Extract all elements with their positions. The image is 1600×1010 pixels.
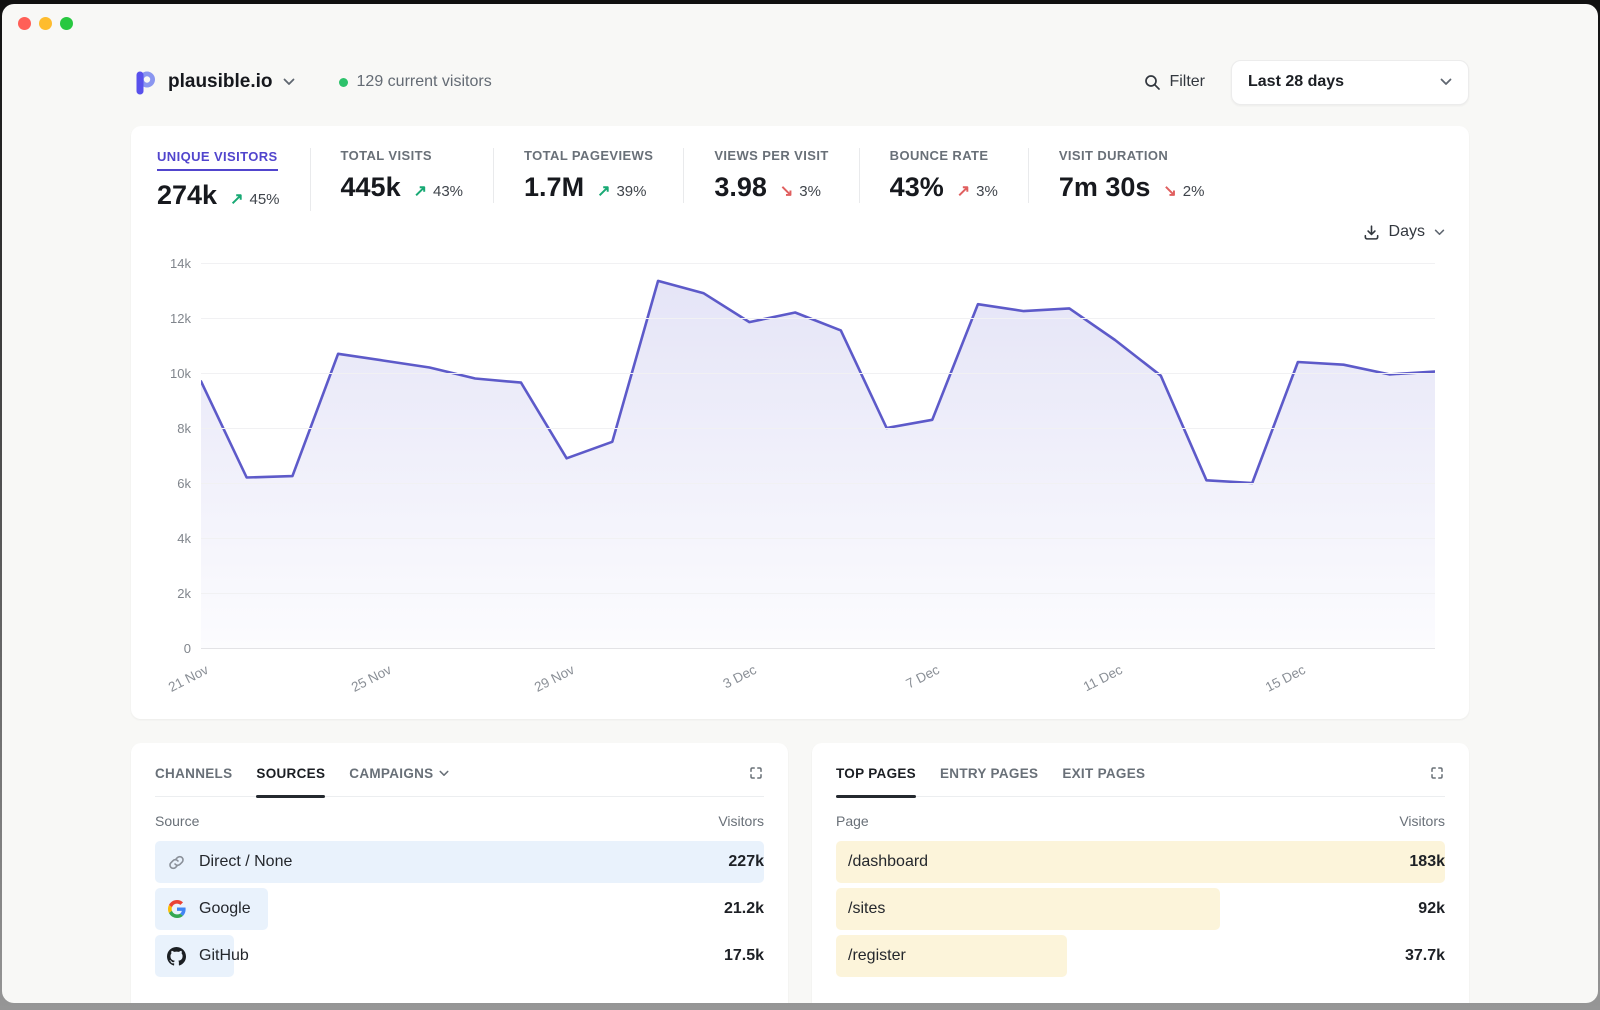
y-axis-tick-label: 12k: [157, 311, 191, 326]
top-stats: UNIQUE VISITORS274k↗45%TOTAL VISITS445k↗…: [155, 148, 1445, 211]
y-axis-tick-label: 2k: [157, 586, 191, 601]
gridline: [201, 318, 1435, 319]
zoom-window-button[interactable]: [60, 17, 73, 30]
interval-select[interactable]: Days: [1389, 223, 1425, 241]
live-dot-icon: [339, 78, 348, 87]
chart-plot-area: [201, 263, 1435, 648]
sources-card: CHANNELS SOURCES CAMPAIGNS Source Visitors…: [131, 743, 788, 1003]
row-visitors: 17.5k: [724, 947, 764, 965]
visitors-graph-card: UNIQUE VISITORS274k↗45%TOTAL VISITS445k↗…: [131, 126, 1469, 719]
y-axis-tick-label: 4k: [157, 531, 191, 546]
download-export-icon[interactable]: [1363, 224, 1380, 241]
stat-bounce-rate[interactable]: BOUNCE RATE43%↗3%: [860, 148, 1029, 203]
chevron-down-icon: [283, 78, 295, 86]
minimize-window-button[interactable]: [39, 17, 52, 30]
row-visitors: 21.2k: [724, 900, 764, 918]
x-axis-tick-label: 3 Dec: [699, 662, 759, 703]
row-visitors: 227k: [728, 853, 764, 871]
row-bar: [836, 888, 1220, 930]
visitors-col-header: Visitors: [718, 813, 764, 829]
stat-total-visits[interactable]: TOTAL VISITS445k↗43%: [311, 148, 495, 203]
date-range-select[interactable]: Last 28 days: [1231, 60, 1469, 105]
arrow-up-icon: ↗: [414, 181, 427, 201]
table-row--register[interactable]: /register37.7k: [836, 935, 1445, 977]
stat-views-per-visit[interactable]: VIEWS PER VISIT3.98↘3%: [684, 148, 859, 203]
github-icon: [167, 947, 186, 966]
table-row-google[interactable]: Google21.2k: [155, 888, 764, 930]
gridline: [201, 648, 1435, 649]
expand-details-icon[interactable]: [1429, 765, 1445, 781]
site-switcher[interactable]: plausible.io: [131, 69, 295, 96]
table-row-direct-none[interactable]: Direct / None227k: [155, 841, 764, 883]
stat-visit-duration[interactable]: VISIT DURATION7m 30s↘2%: [1029, 148, 1235, 203]
table-row--sites[interactable]: /sites92k: [836, 888, 1445, 930]
current-visitors[interactable]: 129 current visitors: [339, 73, 492, 91]
x-axis-tick-label: 29 Nov: [516, 662, 576, 703]
arrow-down-icon: ↘: [1163, 181, 1176, 201]
filter-button[interactable]: Filter: [1144, 73, 1205, 91]
sources-col-header: Source: [155, 813, 199, 829]
row-visitors: 92k: [1418, 900, 1445, 918]
gridline: [201, 483, 1435, 484]
x-axis-tick-label: 21 Nov: [151, 662, 211, 703]
y-axis-tick-label: 6k: [157, 476, 191, 491]
sources-tabs: CHANNELS SOURCES CAMPAIGNS: [155, 765, 764, 797]
gridline: [201, 428, 1435, 429]
pages-card: TOP PAGES ENTRY PAGES EXIT PAGES Page Visi…: [812, 743, 1469, 1003]
site-name: plausible.io: [168, 71, 273, 93]
chevron-down-icon: [1440, 78, 1452, 86]
pages-tabs: TOP PAGES ENTRY PAGES EXIT PAGES: [836, 765, 1445, 797]
tab-exit-pages[interactable]: EXIT PAGES: [1062, 766, 1145, 781]
tab-top-pages[interactable]: TOP PAGES: [836, 766, 916, 781]
y-axis-tick-label: 0: [157, 641, 191, 656]
y-axis-tick-label: 14k: [157, 256, 191, 271]
x-axis-tick-label: 7 Dec: [882, 662, 942, 703]
table-row--dashboard[interactable]: /dashboard183k: [836, 841, 1445, 883]
x-axis-tick-label: 15 Dec: [1247, 662, 1307, 703]
y-axis-tick-label: 8k: [157, 421, 191, 436]
arrow-down-icon: ↘: [780, 181, 793, 201]
dashboard-header: plausible.io 129 current visitors Filter: [131, 58, 1469, 106]
tab-entry-pages[interactable]: ENTRY PAGES: [940, 766, 1038, 781]
chart-series: [201, 263, 1435, 648]
stat-unique-visitors[interactable]: UNIQUE VISITORS274k↗45%: [155, 148, 311, 211]
visitors-area-chart: 02k4k6k8k10k12k14k21 Nov25 Nov29 Nov3 De…: [155, 263, 1445, 723]
arrow-up-icon: ↗: [597, 181, 610, 201]
google-icon: [168, 900, 186, 918]
x-axis-tick-label: 25 Nov: [333, 662, 393, 703]
search-icon: [1144, 74, 1161, 91]
row-visitors: 183k: [1409, 853, 1445, 871]
row-visitors: 37.7k: [1405, 947, 1445, 965]
expand-details-icon[interactable]: [748, 765, 764, 781]
visitors-col-header: Visitors: [1399, 813, 1445, 829]
link-icon: [168, 854, 185, 871]
arrow-up-icon: ↗: [230, 189, 243, 209]
pages-col-header: Page: [836, 813, 869, 829]
app-window: plausible.io 129 current visitors Filter: [2, 4, 1598, 1003]
y-axis-tick-label: 10k: [157, 366, 191, 381]
plausible-logo-icon: [131, 69, 158, 96]
gridline: [201, 538, 1435, 539]
gridline: [201, 263, 1435, 264]
tab-sources[interactable]: SOURCES: [256, 766, 325, 781]
tab-campaigns[interactable]: CAMPAIGNS: [349, 766, 449, 781]
titlebar: [2, 4, 1598, 42]
chevron-down-icon[interactable]: [1434, 229, 1445, 236]
tab-channels[interactable]: CHANNELS: [155, 766, 232, 781]
gridline: [201, 373, 1435, 374]
gridline: [201, 593, 1435, 594]
close-window-button[interactable]: [18, 17, 31, 30]
arrow-up-icon: ↗: [957, 181, 970, 201]
chevron-down-icon: [439, 770, 449, 777]
x-axis-tick-label: 11 Dec: [1065, 662, 1125, 703]
table-row-github[interactable]: GitHub17.5k: [155, 935, 764, 977]
stat-total-pageviews[interactable]: TOTAL PAGEVIEWS1.7M↗39%: [494, 148, 684, 203]
